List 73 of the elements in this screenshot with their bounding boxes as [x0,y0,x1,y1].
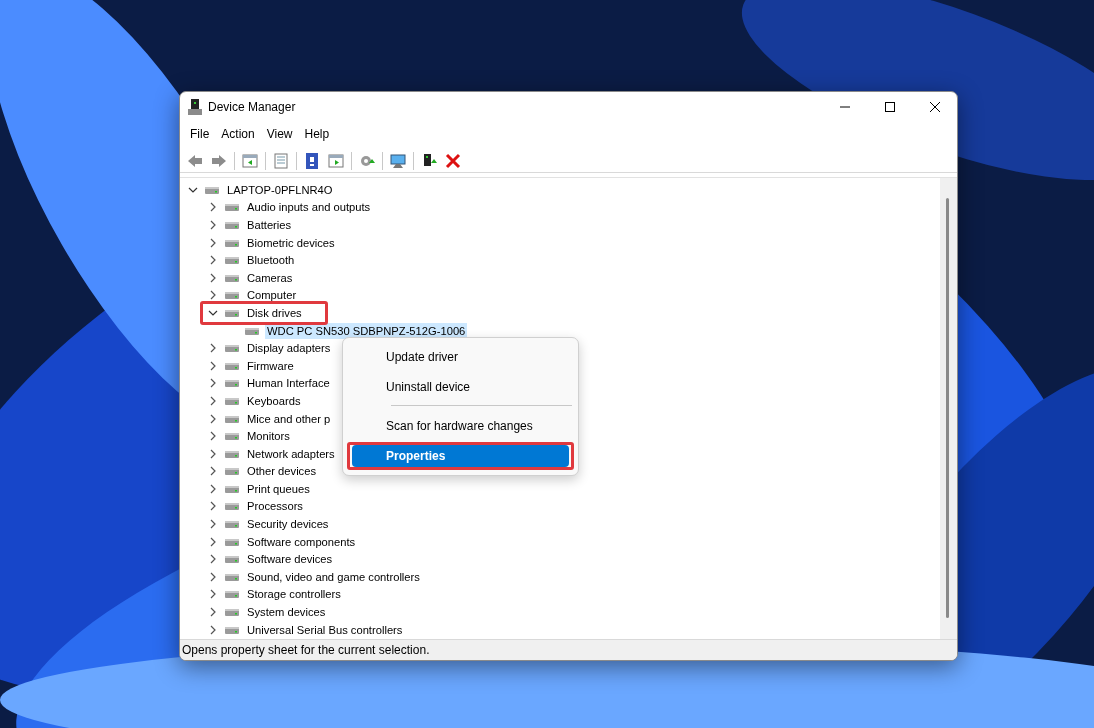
tree-item[interactable]: Mice and other p [245,410,333,427]
chevron-right-icon [209,395,217,406]
tree-item[interactable]: Keyboards [245,392,303,409]
monitor-icon [390,152,406,169]
tree-item[interactable]: Monitors [245,428,292,445]
menu-item[interactable]: File [184,123,216,145]
menu-item[interactable]: Properties [352,445,569,467]
menu-item[interactable]: View [260,123,299,145]
chevron-right-icon [209,343,217,354]
chevron-right-icon [209,589,217,600]
tree-item[interactable]: Display adapters [245,340,333,357]
status-text: Opens property sheet for the current selection. [182,642,430,659]
tree-item[interactable]: Firmware [245,357,296,374]
close-icon [445,152,461,169]
chevron-right-icon [209,607,217,618]
chevron-right-icon [209,624,217,635]
chevron-right-icon [209,413,217,424]
menu-item[interactable]: Action [215,123,261,145]
forward-arrow-icon [211,152,227,169]
tree-item[interactable]: Software devices [245,551,335,568]
tree-item[interactable]: Print queues [245,480,312,497]
chevron-down-icon [208,308,218,317]
menu-item[interactable]: Scan for hardware changes [352,415,569,437]
document-icon [273,152,289,169]
tree-item[interactable]: Security devices [245,516,331,533]
chevron-right-icon [209,378,217,389]
tree-item[interactable]: Audio inputs and outputs [245,199,373,216]
tree-item[interactable]: WDC PC SN530 SDBPNPZ-512G-1006 [265,322,468,339]
chevron-right-icon [209,255,217,266]
back-arrow-icon [187,152,203,169]
chevron-right-icon [209,519,217,530]
tree-item[interactable]: System devices [245,604,328,621]
tree-item[interactable]: Biometric devices [245,234,337,251]
tree-item[interactable]: Processors [245,498,305,515]
chevron-right-icon [209,466,217,477]
chevron-right-icon [209,483,217,494]
tree-item[interactable]: Universal Serial Bus controllers [245,621,405,638]
chevron-right-icon [209,272,217,283]
computer-icon [421,152,437,169]
tree-item[interactable]: Computer [245,287,299,304]
chevron-right-icon [209,501,217,512]
close-icon [929,101,940,112]
tree-item[interactable]: Batteries [245,217,294,233]
chevron-right-icon [209,536,217,547]
tree-item[interactable]: Software components [245,533,358,550]
window-icon [242,152,258,169]
tree-item[interactable]: LAPTOP-0PFLNR4O [225,181,335,198]
chevron-right-icon [209,448,217,459]
tree-item[interactable]: Storage controllers [245,586,343,603]
chevron-right-icon [209,554,217,565]
tree-item[interactable]: Human Interface [245,375,332,392]
chevron-down-icon [188,185,198,194]
chevron-right-icon [209,202,217,213]
tree-item[interactable]: Bluetooth [245,252,297,269]
tree-item[interactable]: Other devices [245,463,319,480]
menu-item[interactable]: Help [298,123,336,145]
window-icon [328,152,344,169]
scrollbar[interactable] [940,178,957,639]
chevron-right-icon [209,571,217,582]
chevron-right-icon [209,431,217,442]
maximize-icon [884,101,895,112]
chevron-right-icon [209,220,217,230]
chevron-right-icon [209,237,217,248]
menu-item[interactable]: Uninstall device [352,376,569,398]
tree-item[interactable]: Network adapters [245,445,337,462]
menu-item[interactable]: Update driver [352,346,569,368]
tree-item[interactable]: Cameras [245,269,295,286]
chevron-right-icon [209,360,217,371]
tree-item[interactable]: Disk drives [245,304,304,321]
chevron-right-icon [209,290,217,301]
window-title: Device Manager [208,98,296,116]
computer-icon [188,98,202,115]
tree-item[interactable]: Sound, video and game controllers [245,568,422,585]
